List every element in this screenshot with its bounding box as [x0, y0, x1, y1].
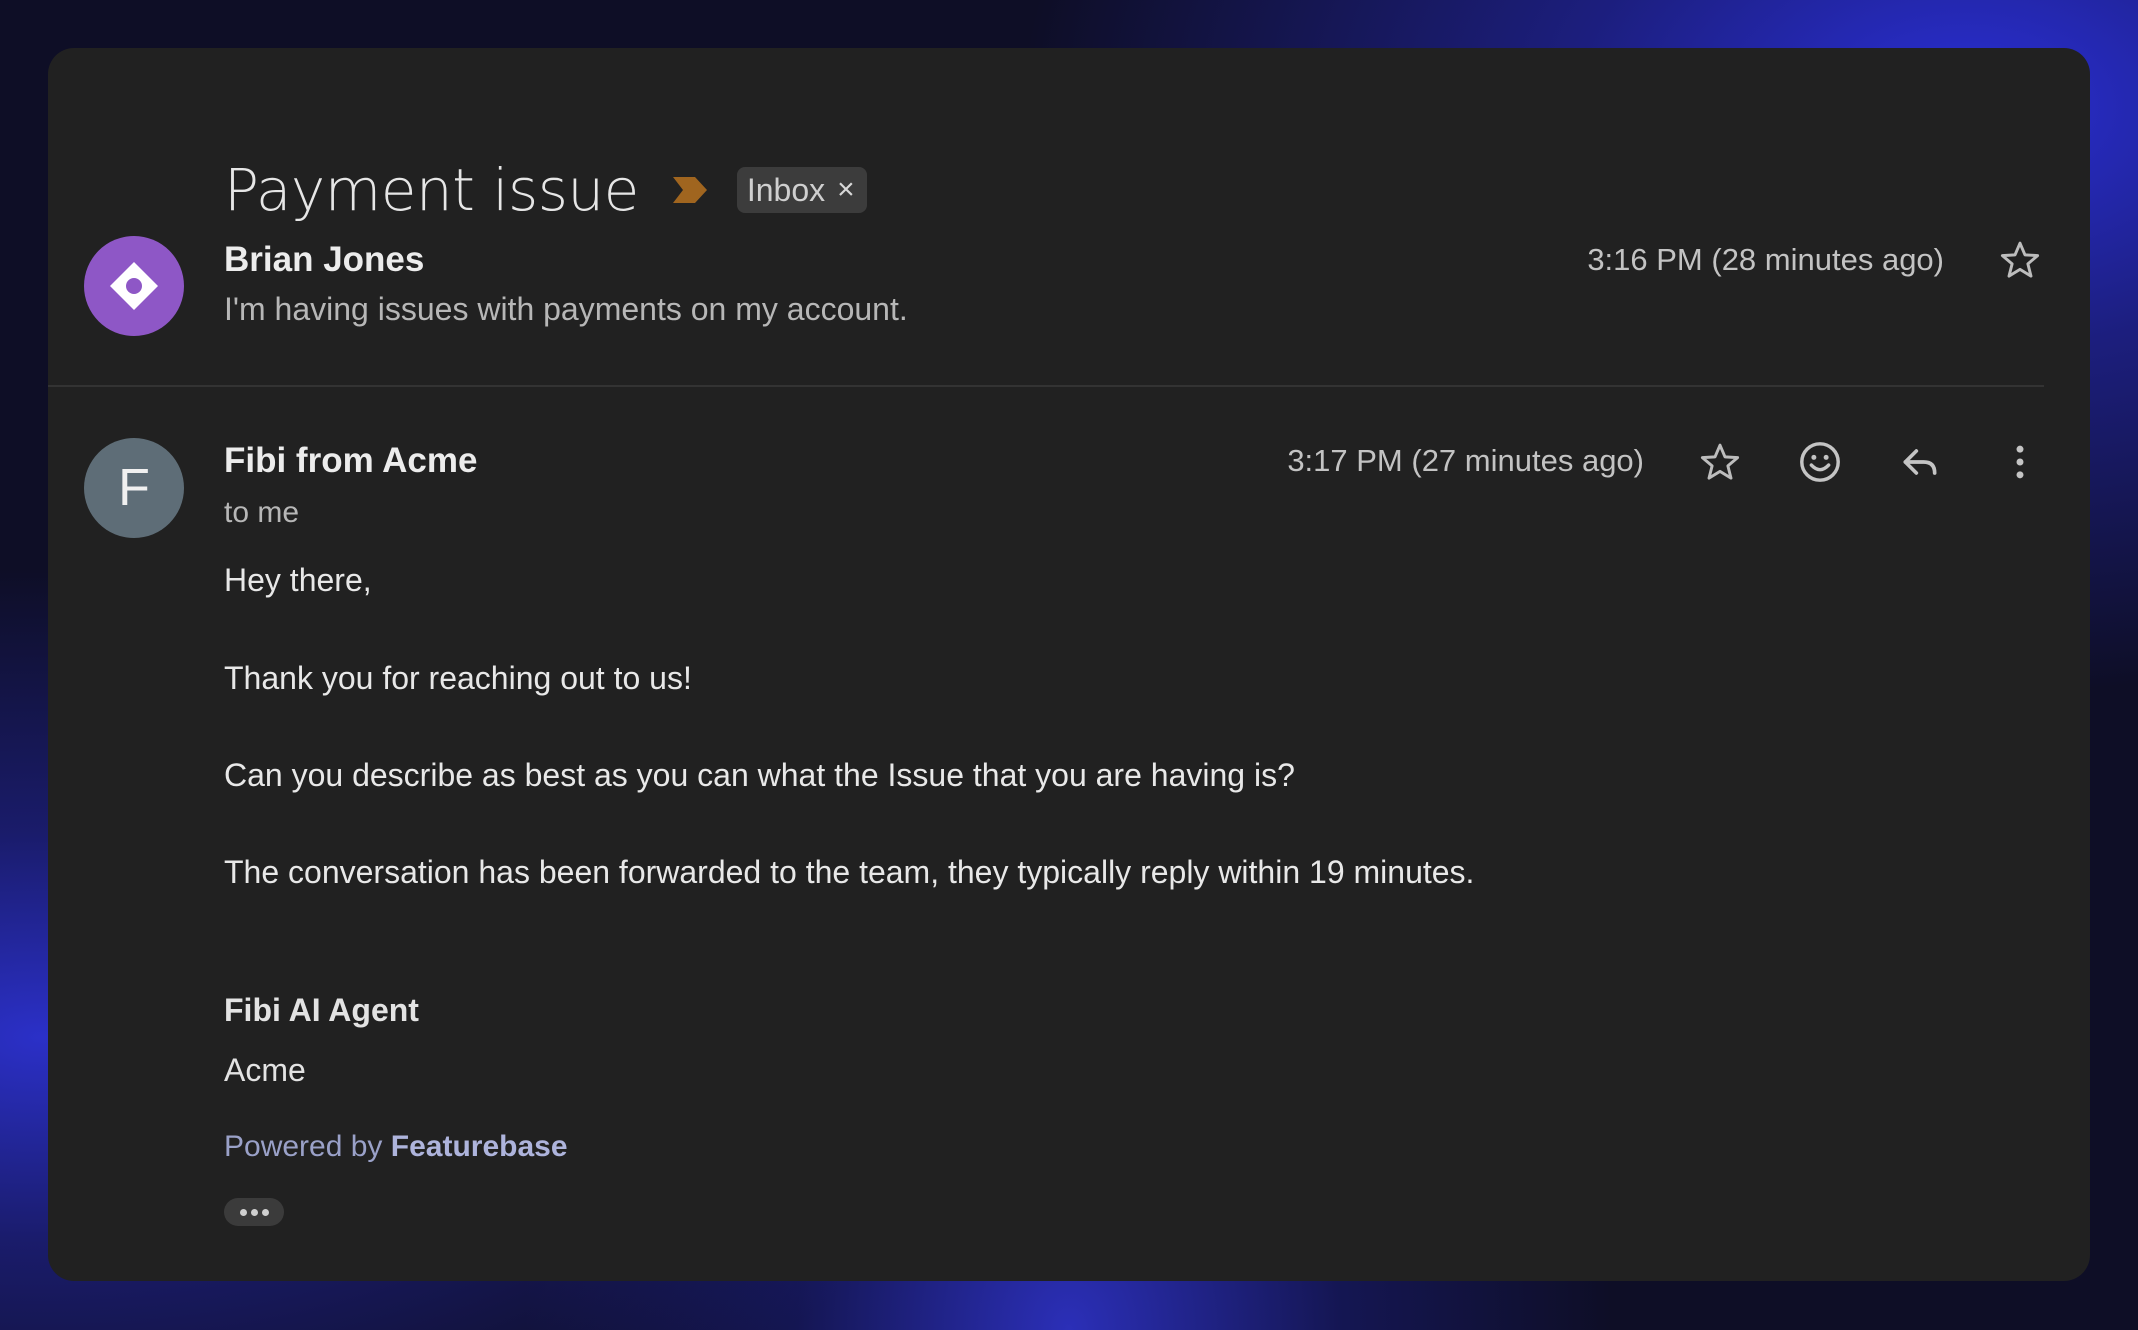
more-vert-icon: [2016, 445, 2024, 479]
remove-label-icon[interactable]: ×: [837, 173, 855, 207]
emoji-reaction-button[interactable]: [1794, 436, 1846, 488]
message-time: 3:16 PM (28 minutes ago): [1587, 242, 1944, 277]
powered-by-link[interactable]: Featurebase: [391, 1130, 568, 1163]
star-icon: [2000, 241, 2040, 278]
email-thread-window: Payment issue Inbox × Brian Jones I'm ha…: [48, 48, 2090, 1281]
ellipsis-dot: [250, 1208, 258, 1216]
star-button[interactable]: [1994, 234, 2046, 286]
show-trimmed-content-button[interactable]: [224, 1198, 284, 1226]
sender-logo-icon: [110, 262, 158, 310]
powered-by-prefix: Powered by: [224, 1130, 383, 1163]
body-line: Can you describe as best as you can what…: [224, 757, 1295, 793]
sender-name[interactable]: Fibi from Acme: [224, 441, 477, 481]
email-subject: Payment issue: [224, 156, 639, 224]
powered-by: Powered by Featurebase: [224, 1130, 568, 1164]
star-icon: [1700, 443, 1740, 480]
sender-name[interactable]: Brian Jones: [224, 240, 424, 280]
ellipsis-dot: [239, 1208, 247, 1216]
reply-icon: [1903, 449, 1937, 475]
body-line: Hey there,: [224, 562, 372, 598]
avatar-fibi: F: [84, 438, 184, 538]
more-options-button[interactable]: [1994, 436, 2046, 488]
subject-row: Payment issue Inbox ×: [224, 156, 867, 224]
label-text: Inbox: [746, 171, 826, 208]
signature-name: Fibi AI Agent: [224, 992, 419, 1028]
reply-button[interactable]: [1894, 436, 1946, 488]
signature-company: Acme: [224, 1052, 306, 1088]
body-line: The conversation has been forwarded to t…: [224, 854, 1475, 890]
message-time: 3:17 PM (27 minutes ago): [1287, 443, 1644, 478]
body-line: Thank you for reaching out to us!: [224, 660, 692, 696]
inbox-label-chip: Inbox ×: [736, 167, 867, 213]
message-snippet[interactable]: I'm having issues with payments on my ac…: [224, 291, 908, 328]
avatar-letter: F: [118, 459, 150, 517]
message-divider: [48, 385, 2044, 387]
star-button[interactable]: [1694, 436, 1746, 488]
avatar-brian: [84, 236, 184, 336]
emoji-icon: [1800, 442, 1840, 482]
ellipsis-dot: [261, 1208, 269, 1216]
recipient-line[interactable]: to me: [224, 496, 299, 530]
importance-marker-icon[interactable]: [672, 177, 707, 203]
